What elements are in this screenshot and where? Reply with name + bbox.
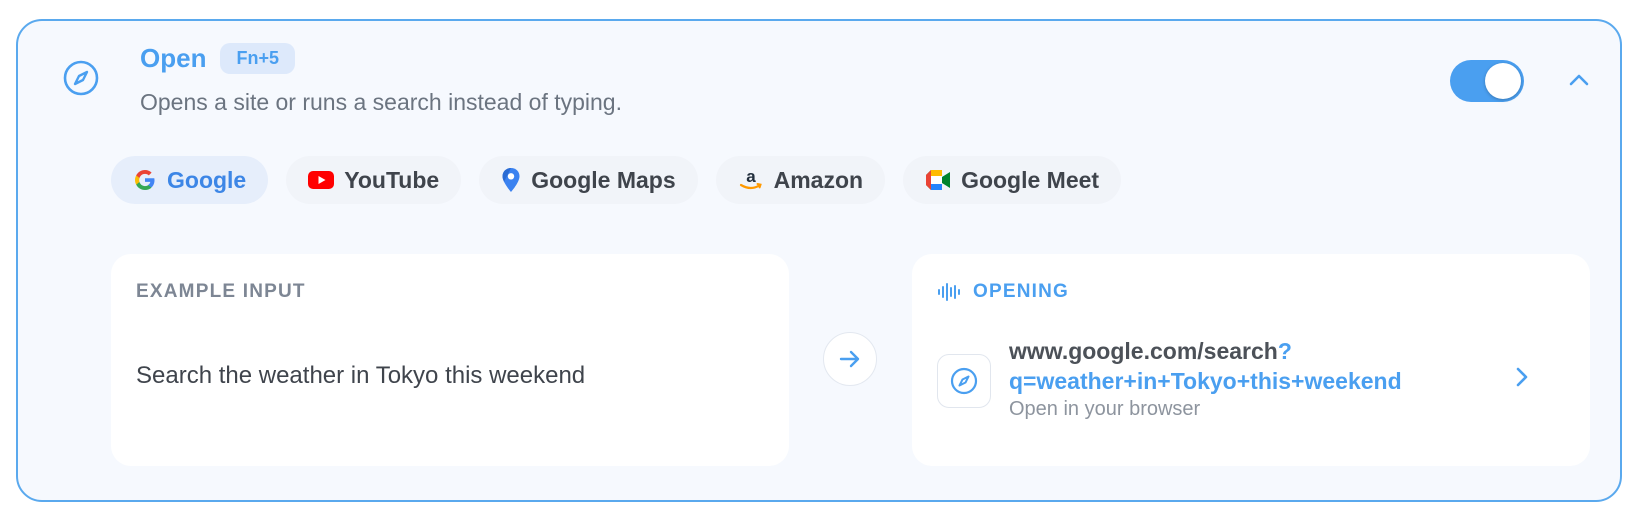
action-description: Opens a site or runs a search instead of… (140, 89, 622, 115)
service-label: Google Maps (531, 166, 676, 193)
chevron-right-icon[interactable] (1508, 364, 1534, 390)
svg-text:a: a (746, 167, 756, 186)
service-label: Google (167, 166, 247, 193)
service-label: Amazon (773, 166, 864, 193)
opening-label: OPENING (973, 281, 1070, 302)
url-query-mark: ? (1277, 338, 1292, 364)
service-chip-youtube[interactable]: YouTube (286, 156, 462, 204)
service-chip-google-meet[interactable]: Google Meet (903, 156, 1122, 204)
service-chip-amazon[interactable]: a Amazon (715, 156, 886, 204)
open-action-card: Open Fn+5 Opens a site or runs a search … (16, 19, 1622, 502)
action-title: Open (140, 43, 207, 73)
example-input-text: Search the weather in Tokyo this weekend (136, 362, 586, 389)
service-chip-google[interactable]: Google (111, 156, 269, 204)
result-subtitle: Open in your browser (1009, 398, 1201, 420)
example-input-label: EXAMPLE INPUT (136, 281, 306, 302)
result-icon-box (937, 354, 991, 408)
waveform-icon (938, 283, 960, 301)
opening-result-panel[interactable]: OPENING www.google.com/search? q=weather… (912, 254, 1590, 466)
amazon-icon: a (739, 167, 762, 190)
url-base: www.google.com/search (1009, 338, 1278, 364)
shortcut-badge: Fn+5 (220, 43, 295, 74)
service-label: Google Meet (961, 166, 1100, 193)
compass-icon (950, 367, 978, 395)
service-chips: Google YouTube Google Maps a Amazon Goog… (111, 156, 1122, 204)
enable-toggle[interactable] (1450, 60, 1524, 102)
url-query: q=weather+in+Tokyo+this+weekend (1009, 368, 1402, 394)
service-label: YouTube (344, 166, 440, 193)
arrow-right-icon (823, 332, 877, 386)
google-meet-icon (926, 170, 951, 190)
example-input-panel: EXAMPLE INPUT Search the weather in Toky… (111, 254, 789, 466)
result-url[interactable]: www.google.com/search? q=weather+in+Toky… (1009, 336, 1402, 396)
compass-icon (63, 60, 99, 96)
chevron-up-icon[interactable] (1564, 65, 1594, 95)
youtube-icon (308, 171, 335, 189)
google-icon (135, 170, 155, 190)
toggle-knob (1485, 63, 1521, 99)
service-chip-google-maps[interactable]: Google Maps (479, 156, 698, 204)
map-pin-icon (502, 168, 520, 192)
